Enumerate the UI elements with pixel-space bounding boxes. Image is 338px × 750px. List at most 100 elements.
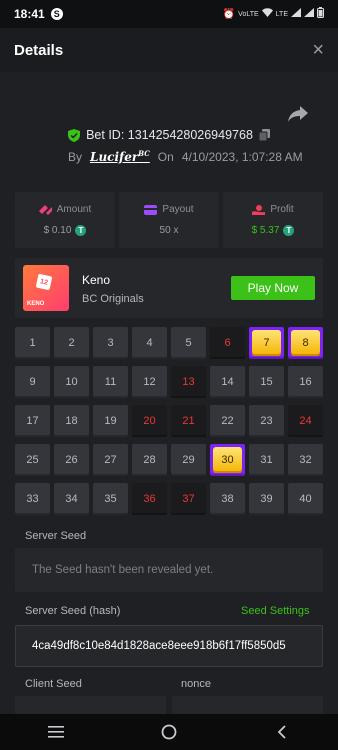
- keno-thumbnail[interactable]: 12 KENO: [23, 265, 69, 311]
- keno-cell-34[interactable]: 34: [54, 483, 89, 515]
- bet-byline: By LuciferBC On 4/10/2023, 1:07:28 AM: [68, 149, 303, 164]
- payout-icon: [144, 204, 158, 215]
- keno-cell-18[interactable]: 18: [54, 405, 89, 437]
- keno-cell-27[interactable]: 27: [93, 444, 128, 476]
- keno-cell-number: 31: [260, 454, 273, 466]
- keno-cell-29[interactable]: 29: [171, 444, 206, 476]
- keno-cell-17[interactable]: 17: [15, 405, 50, 437]
- keno-cell-23[interactable]: 23: [249, 405, 284, 437]
- keno-cell-number: 30: [213, 447, 242, 473]
- details-header: Details ×: [0, 28, 338, 72]
- keno-cell-15[interactable]: 15: [249, 366, 284, 398]
- keno-cell-31[interactable]: 31: [249, 444, 284, 476]
- keno-cell-26[interactable]: 26: [54, 444, 89, 476]
- bet-date: 4/10/2023, 1:07:28 AM: [181, 149, 303, 164]
- keno-cell-7[interactable]: 7: [249, 327, 284, 359]
- copy-icon[interactable]: [258, 129, 270, 141]
- game-provider: BC Originals: [82, 293, 144, 305]
- keno-cell-20[interactable]: 20: [132, 405, 167, 437]
- keno-thumb-text: KENO: [27, 301, 45, 307]
- keno-cell-number: 15: [260, 376, 273, 388]
- share-icon[interactable]: [288, 106, 308, 122]
- keno-cell-number: 17: [26, 415, 39, 427]
- nonce-field[interactable]: [172, 696, 323, 714]
- keno-cell-38[interactable]: 38: [210, 483, 245, 515]
- keno-cell-14[interactable]: 14: [210, 366, 245, 398]
- by-label: By: [68, 149, 83, 164]
- home-button[interactable]: [149, 720, 189, 744]
- username-link[interactable]: LuciferBC: [90, 149, 150, 164]
- keno-cell-28[interactable]: 28: [132, 444, 167, 476]
- keno-cell-number: 40: [299, 493, 312, 505]
- keno-cell-12[interactable]: 12: [132, 366, 167, 398]
- amount-label: Amount: [56, 204, 92, 215]
- keno-cell-number: 20: [143, 415, 156, 427]
- home-circle-icon: [161, 724, 177, 740]
- keno-cell-10[interactable]: 10: [54, 366, 89, 398]
- back-button[interactable]: [262, 720, 302, 744]
- username-text: Lucifer: [90, 150, 139, 164]
- seed-settings-link[interactable]: Seed Settings: [241, 605, 310, 617]
- keno-cell-6[interactable]: 6: [210, 327, 245, 359]
- keno-cell-9[interactable]: 9: [15, 366, 50, 398]
- keno-cell-number: 33: [26, 493, 39, 505]
- keno-cell-number: 6: [224, 337, 231, 349]
- keno-cell-3[interactable]: 3: [93, 327, 128, 359]
- keno-cell-2[interactable]: 2: [54, 327, 89, 359]
- keno-cell-number: 7: [252, 330, 281, 356]
- recent-apps-button[interactable]: [36, 720, 76, 744]
- keno-cell-37[interactable]: 37: [171, 483, 206, 515]
- close-icon[interactable]: ×: [312, 39, 324, 62]
- keno-cell-number: 10: [65, 376, 78, 388]
- stat-profit: Profit $ 5.37 T: [223, 192, 323, 248]
- keno-cell-number: 38: [221, 493, 234, 505]
- keno-cell-32[interactable]: 32: [288, 444, 323, 476]
- status-bar: 18:41 S ⏰ VoLTE LTE: [0, 0, 338, 28]
- play-now-button[interactable]: Play Now: [231, 276, 315, 300]
- keno-cell-4[interactable]: 4: [132, 327, 167, 359]
- keno-cell-33[interactable]: 33: [15, 483, 50, 515]
- keno-cell-number: 8: [291, 330, 320, 356]
- status-time: 18:41: [14, 7, 45, 21]
- keno-cell-16[interactable]: 16: [288, 366, 323, 398]
- keno-cell-5[interactable]: 5: [171, 327, 206, 359]
- keno-cell-25[interactable]: 25: [15, 444, 50, 476]
- payout-value: 50 x: [159, 225, 179, 236]
- keno-cell-number: 5: [185, 337, 192, 349]
- keno-cell-number: 34: [65, 493, 78, 505]
- keno-cell-19[interactable]: 19: [93, 405, 128, 437]
- keno-cell-40[interactable]: 40: [288, 483, 323, 515]
- keno-cell-11[interactable]: 11: [93, 366, 128, 398]
- keno-cell-22[interactable]: 22: [210, 405, 245, 437]
- page-title: Details: [14, 41, 64, 59]
- keno-cell-number: 1: [29, 337, 36, 349]
- keno-cell-21[interactable]: 21: [171, 405, 206, 437]
- keno-cell-35[interactable]: 35: [93, 483, 128, 515]
- on-label: On: [157, 149, 174, 164]
- keno-cell-30[interactable]: 30: [210, 444, 245, 476]
- server-seed-hash-field[interactable]: 4ca49df8c10e84d1828ace8eee918b6f17ff5850…: [15, 625, 323, 667]
- keno-cell-39[interactable]: 39: [249, 483, 284, 515]
- keno-cell-number: 25: [26, 454, 39, 466]
- keno-cell-number: 9: [29, 376, 36, 388]
- keno-cell-number: 37: [182, 493, 195, 505]
- shield-check-icon: [68, 128, 81, 142]
- keno-cell-number: 36: [143, 493, 156, 505]
- notification-badge: S: [50, 8, 63, 20]
- keno-cell-number: 11: [104, 376, 117, 388]
- keno-cell-36[interactable]: 36: [132, 483, 167, 515]
- server-seed-field: The Seed hasn't been revealed yet.: [15, 548, 323, 592]
- keno-cell-8[interactable]: 8: [288, 327, 323, 359]
- keno-ball-icon: 12: [35, 273, 53, 291]
- keno-cell-13[interactable]: 13: [171, 366, 206, 398]
- keno-cell-number: 2: [68, 337, 75, 349]
- signal-icon-2: [304, 8, 314, 20]
- amount-value: $ 0.10: [43, 225, 72, 236]
- bet-id-row: Bet ID: 131425428026949768: [0, 128, 338, 142]
- keno-cell-number: 27: [104, 454, 117, 466]
- game-name: Keno: [82, 273, 111, 287]
- client-seed-field[interactable]: [15, 696, 166, 714]
- keno-cell-1[interactable]: 1: [15, 327, 50, 359]
- server-seed-hash-value: 4ca49df8c10e84d1828ace8eee918b6f17ff5850…: [32, 640, 286, 652]
- keno-cell-24[interactable]: 24: [288, 405, 323, 437]
